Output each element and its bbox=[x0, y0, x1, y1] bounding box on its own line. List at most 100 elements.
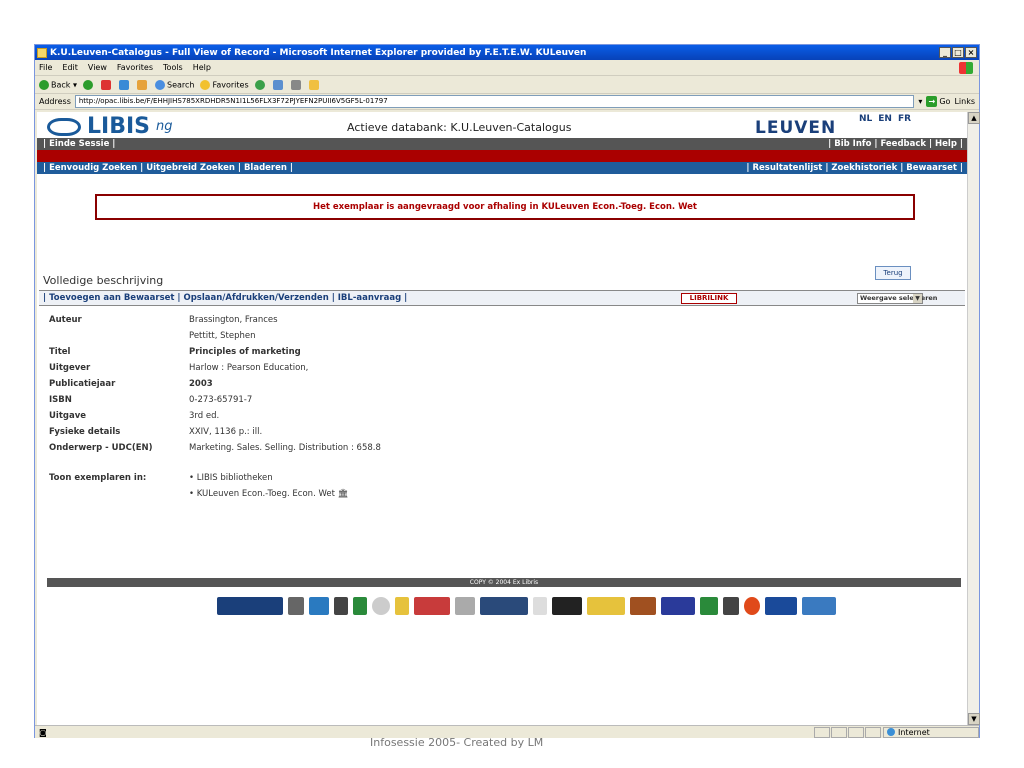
partner-logo[interactable] bbox=[587, 597, 625, 615]
globe-icon bbox=[887, 728, 895, 736]
session-bar: | Einde Sessie | | Bib Info | Feedback |… bbox=[37, 138, 967, 150]
go-button[interactable]: → Go bbox=[926, 96, 950, 107]
record-table: Auteur Brassington, Frances Pettitt, Step… bbox=[49, 312, 381, 502]
publisher-link[interactable]: Harlow : Pearson Education, bbox=[189, 363, 308, 373]
imec-logo[interactable] bbox=[455, 597, 475, 615]
menu-edit[interactable]: Edit bbox=[62, 63, 78, 72]
table-row: Pettitt, Stephen bbox=[49, 328, 381, 344]
vertical-scrollbar[interactable]: ▲ ▼ bbox=[967, 112, 980, 725]
kuleuven-logo: LEUVEN bbox=[755, 118, 837, 138]
table-row: Titel Principles of marketing bbox=[49, 347, 301, 357]
status-cells bbox=[814, 726, 881, 738]
address-bar: Address http://opac.libis.be/F/EHHJIHS78… bbox=[35, 94, 979, 110]
partner-logo[interactable] bbox=[533, 597, 547, 615]
acv-logo[interactable] bbox=[765, 597, 797, 615]
address-dropdown-icon[interactable]: ▾ bbox=[918, 97, 922, 106]
author-link[interactable]: Pettitt, Stephen bbox=[189, 331, 256, 341]
refresh-icon[interactable] bbox=[118, 79, 129, 90]
partner-logos bbox=[217, 594, 836, 618]
search-bar: | Eenvoudig Zoeken | Uitgebreid Zoeken |… bbox=[37, 162, 967, 174]
partner-logo[interactable] bbox=[395, 597, 409, 615]
active-database: Actieve databank: K.U.Leuven-Catalogus bbox=[347, 121, 572, 134]
lang-fr[interactable]: FR bbox=[898, 114, 911, 124]
end-session-link[interactable]: | Einde Sessie | bbox=[43, 139, 115, 149]
partner-logo[interactable] bbox=[552, 597, 582, 615]
table-row: Publicatiejaar 2003 bbox=[49, 379, 213, 389]
libis-logo[interactable]: LIBIS ng bbox=[47, 114, 173, 139]
reader-links[interactable]: | Lezersinformatie | Uitleningen | Reser… bbox=[43, 151, 340, 161]
search-button[interactable]: Search bbox=[154, 79, 194, 90]
mail-icon[interactable] bbox=[272, 79, 283, 90]
subject-link[interactable]: Marketing. Sales. Selling. Distribution … bbox=[189, 443, 381, 453]
ie-icon bbox=[37, 47, 47, 58]
khbo-logo[interactable] bbox=[661, 597, 695, 615]
menu-help[interactable]: Help bbox=[193, 63, 211, 72]
partner-logo[interactable] bbox=[414, 597, 450, 615]
language-switch: NL EN FR bbox=[859, 114, 911, 124]
holding-link-libis[interactable]: • LIBIS bibliotheken bbox=[189, 473, 273, 483]
vcv-logo[interactable] bbox=[700, 597, 718, 615]
folder-icon[interactable] bbox=[308, 79, 319, 90]
maximize-button[interactable]: □ bbox=[952, 47, 964, 58]
copyright-bar: COPY © 2004 Ex Libris bbox=[47, 578, 961, 587]
kbc-logo[interactable] bbox=[309, 597, 329, 615]
view-select[interactable]: Weergave selecteren ▼ bbox=[857, 293, 937, 304]
partner-logo[interactable] bbox=[723, 597, 739, 615]
print-icon[interactable] bbox=[290, 79, 301, 90]
search-icon bbox=[154, 79, 165, 90]
menu-bar: File Edit View Favorites Tools Help bbox=[35, 60, 979, 76]
menu-view[interactable]: View bbox=[88, 63, 107, 72]
forward-icon[interactable] bbox=[82, 79, 93, 90]
lang-nl[interactable]: NL bbox=[859, 114, 872, 124]
security-zone: Internet bbox=[883, 726, 979, 738]
search-links[interactable]: | Eenvoudig Zoeken | Uitgebreid Zoeken |… bbox=[43, 163, 293, 173]
request-alert: Het exemplaar is aangevraagd voor afhali… bbox=[95, 194, 915, 220]
result-links[interactable]: | Resultatenlijst | Zoekhistoriek | Bewa… bbox=[746, 163, 963, 173]
links-button[interactable]: Links bbox=[954, 97, 975, 106]
lang-en[interactable]: EN bbox=[878, 114, 892, 124]
record-action-links[interactable]: | Toevoegen aan Bewaarset | Opslaan/Afdr… bbox=[43, 293, 407, 303]
info-links[interactable]: | Bib Info | Feedback | Help | bbox=[828, 139, 963, 149]
author-link[interactable]: Brassington, Frances bbox=[189, 315, 278, 325]
menu-file[interactable]: File bbox=[39, 63, 52, 72]
slide-footnote: Infosessie 2005- Created by LM bbox=[370, 736, 544, 749]
section-title: Volledige beschrijving bbox=[43, 274, 164, 287]
close-button[interactable]: × bbox=[965, 47, 977, 58]
stop-icon[interactable] bbox=[100, 79, 111, 90]
partner-logo[interactable] bbox=[372, 597, 390, 615]
table-row: ISBN 0-273-65791-7 bbox=[49, 395, 253, 405]
media-icon[interactable] bbox=[254, 79, 265, 90]
windows-logo-icon bbox=[959, 61, 973, 74]
kuleuven-partner-logo[interactable] bbox=[217, 597, 283, 615]
partner-logo[interactable] bbox=[288, 597, 304, 615]
partner-logo[interactable] bbox=[630, 597, 656, 615]
back-button[interactable]: Back ▾ bbox=[39, 79, 77, 90]
scroll-up-icon[interactable]: ▲ bbox=[968, 112, 980, 124]
lessius-logo[interactable] bbox=[480, 597, 528, 615]
holding-link-kuleuven[interactable]: • KULeuven Econ.-Toeg. Econ. Wet 🏛 bbox=[189, 489, 348, 499]
scroll-down-icon[interactable]: ▼ bbox=[968, 713, 980, 725]
table-row: • KULeuven Econ.-Toeg. Econ. Wet 🏛 bbox=[49, 486, 381, 502]
table-row: Fysieke details XXIV, 1136 p.: ill. bbox=[49, 427, 263, 437]
partner-logo[interactable] bbox=[744, 597, 760, 615]
librilink-button[interactable]: LIBRILINK bbox=[681, 293, 737, 304]
liberaal-archief-logo[interactable] bbox=[802, 597, 836, 615]
minimize-button[interactable]: _ bbox=[939, 47, 951, 58]
favorites-button[interactable]: Favorites bbox=[200, 79, 249, 90]
address-input[interactable]: http://opac.libis.be/F/EHHJIHS785XRDHDR5… bbox=[74, 95, 915, 108]
record-actions-bar: | Toevoegen aan Bewaarset | Opslaan/Afdr… bbox=[39, 290, 965, 306]
eye-logo-icon bbox=[47, 117, 81, 136]
back-button-terug[interactable]: Terug bbox=[875, 266, 911, 280]
page-status-icon: ◙ bbox=[39, 727, 47, 737]
address-label: Address bbox=[39, 97, 71, 106]
partner-logo[interactable] bbox=[334, 597, 348, 615]
chevron-down-icon: ▼ bbox=[913, 294, 922, 303]
title-bar: K.U.Leuven-Catalogus - Full View of Reco… bbox=[35, 45, 979, 60]
menu-favorites[interactable]: Favorites bbox=[117, 63, 153, 72]
home-icon[interactable] bbox=[136, 79, 147, 90]
menu-tools[interactable]: Tools bbox=[163, 63, 183, 72]
table-row: Auteur Brassington, Frances bbox=[49, 315, 278, 325]
star-icon bbox=[200, 79, 211, 90]
partner-logo[interactable] bbox=[353, 597, 367, 615]
